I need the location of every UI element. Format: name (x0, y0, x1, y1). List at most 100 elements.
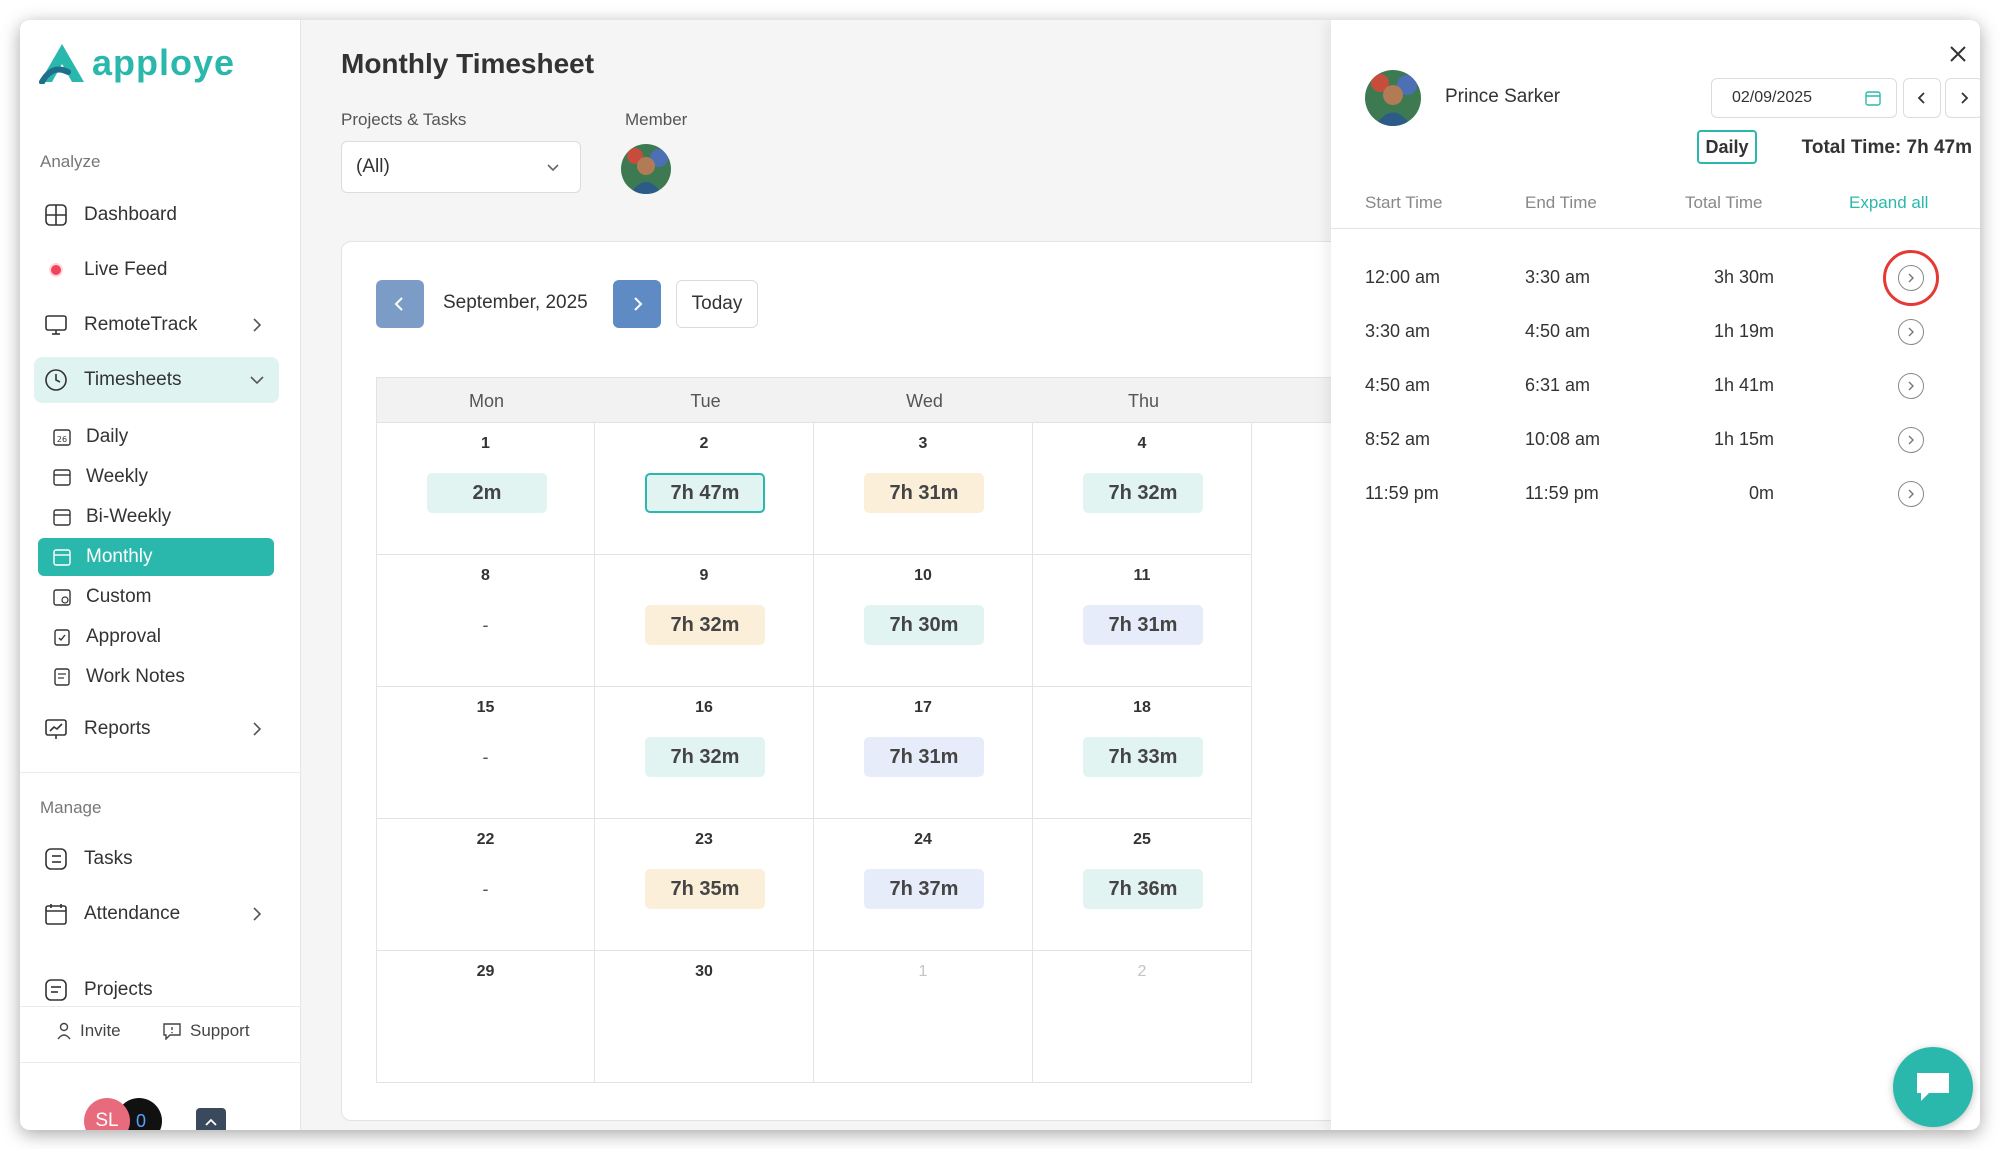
nav-live-feed[interactable]: Live Feed (34, 247, 279, 293)
day-total-pill[interactable]: 7h 47m (645, 473, 765, 513)
sub-work-notes[interactable]: Work Notes (38, 658, 274, 696)
calendar-card: September, 2025 Today Mon Tue Wed Thu 1 2… (341, 241, 1376, 1121)
expand-up-button[interactable] (196, 1108, 226, 1130)
support-chat-icon (163, 1023, 181, 1040)
chart-icon (44, 717, 68, 741)
sub-monthly[interactable]: Monthly (38, 538, 274, 576)
nav-label: Tasks (84, 848, 133, 869)
day-number: 1 (481, 435, 490, 452)
calendar-day-cell[interactable]: 9 7h 32m (595, 555, 814, 687)
nav-remotetrack[interactable]: RemoteTrack (34, 302, 279, 348)
daily-mode-badge[interactable]: Daily (1697, 130, 1757, 164)
sidebar: apploye Analyze Dashboard Live Feed Remo… (20, 20, 301, 1130)
nav-label: Timesheets (84, 369, 182, 390)
entry-total-time: 1h 41m (1713, 375, 1774, 395)
brand-logo[interactable]: apploye (38, 42, 235, 84)
expand-entry-button[interactable] (1898, 319, 1924, 345)
main-content: Monthly Timesheet Projects & Tasks Membe… (301, 20, 1376, 1130)
expand-entry-button[interactable] (1898, 427, 1924, 453)
calendar-day-cell[interactable]: 30 (595, 951, 814, 1083)
sub-custom[interactable]: Custom (38, 578, 274, 616)
calendar-day-cell[interactable]: 22 - (376, 819, 595, 951)
sub-weekly[interactable]: Weekly (38, 458, 274, 496)
day-total-pill[interactable]: 7h 31m (864, 473, 984, 513)
close-icon[interactable] (1946, 42, 1970, 66)
nav-attendance[interactable]: Attendance (34, 891, 279, 937)
nav-dashboard[interactable]: Dashboard (34, 192, 279, 238)
support-link[interactable]: Support (162, 1021, 250, 1041)
nav-reports[interactable]: Reports (34, 706, 279, 752)
header-end-time: End Time (1525, 193, 1597, 212)
expand-entry-button[interactable] (1898, 481, 1924, 507)
day-number: 3 (918, 435, 928, 452)
today-button[interactable]: Today (676, 280, 758, 328)
day-total-pill[interactable]: 7h 32m (1083, 473, 1203, 513)
initials-text: SL (95, 1110, 119, 1130)
day-total-pill[interactable]: 7h 32m (645, 737, 765, 777)
calendar-day-cell[interactable]: 1 (814, 951, 1033, 1083)
weekday-thu: Thu (1127, 390, 1160, 411)
expand-all-link[interactable]: Expand all (1849, 193, 1928, 213)
sub-label: Daily (86, 426, 129, 447)
date-picker[interactable]: 02/09/2025 (1711, 78, 1897, 118)
expand-entry-button[interactable] (1898, 373, 1924, 399)
projects-select[interactable]: (All) (341, 141, 581, 193)
day-total-pill[interactable]: 7h 31m (1083, 605, 1203, 645)
support-label: Support (190, 1021, 250, 1040)
projects-icon (44, 978, 68, 1002)
next-month-button[interactable] (613, 280, 661, 328)
calendar-day-cell[interactable]: 2 (1033, 951, 1252, 1083)
calendar-day-cell[interactable]: 29 (376, 951, 595, 1083)
chat-button[interactable] (1893, 1047, 1973, 1127)
chevron-up-icon (205, 1118, 217, 1126)
calendar-day-cell[interactable]: 25 7h 36m (1033, 819, 1252, 951)
calendar-day-cell[interactable]: 15 - (376, 687, 595, 819)
sub-bi-weekly[interactable]: Bi-Weekly (38, 498, 274, 536)
entry-total-time: 0m (1748, 483, 1774, 503)
nav-timesheets[interactable]: Timesheets (34, 357, 279, 403)
day-total-pill[interactable]: 7h 31m (864, 737, 984, 777)
calendar-day-cell[interactable]: 1 2m (376, 423, 595, 555)
prev-month-button[interactable] (376, 280, 424, 328)
calendar-day-cell[interactable]: 23 7h 35m (595, 819, 814, 951)
calendar-day-cell[interactable]: 10 7h 30m (814, 555, 1033, 687)
chevron-right-icon (1908, 435, 1914, 445)
calendar-day-cell[interactable]: 8- (376, 555, 595, 687)
total-time: Total Time: 7h 47m (1801, 137, 1972, 158)
sub-label: Bi-Weekly (86, 506, 172, 527)
prev-day-button[interactable] (1903, 78, 1941, 118)
day-total-pill[interactable]: 7h 36m (1083, 869, 1203, 909)
weekday-wed: Wed (906, 390, 943, 411)
day-number: 23 (695, 831, 713, 848)
nav-tasks[interactable]: Tasks (34, 836, 279, 882)
calendar-day-cell[interactable]: 17 7h 31m (814, 687, 1033, 819)
calendar-day-cell[interactable]: 18 7h 33m (1033, 687, 1252, 819)
calendar-day-cell[interactable]: 16 7h 32m (595, 687, 814, 819)
day-total-pill[interactable]: 7h 37m (864, 869, 984, 909)
day-total-pill[interactable]: 7h 33m (1083, 737, 1203, 777)
day-total-pill[interactable]: 7h 30m (864, 605, 984, 645)
sub-daily[interactable]: 26 Daily (38, 418, 274, 456)
calendar-day-cell[interactable]: 24 7h 37m (814, 819, 1033, 951)
projects-label: Projects & Tasks (341, 110, 467, 129)
day-number: 17 (914, 699, 932, 716)
calendar-day-icon: 26 (52, 427, 72, 447)
day-total-pill[interactable]: 2m (427, 473, 547, 513)
day-total-pill[interactable]: 7h 35m (645, 869, 765, 909)
day-total-pill[interactable]: 7h 32m (645, 605, 765, 645)
day-number: 16 (695, 699, 713, 716)
calendar-custom-icon (52, 587, 72, 607)
tasks-icon (44, 847, 68, 871)
calendar-day-cell[interactable]: 11 7h 31m (1033, 555, 1252, 687)
member-avatar[interactable] (621, 144, 671, 194)
clock-icon (44, 368, 68, 392)
invite-link[interactable]: Invite (56, 1021, 121, 1041)
calendar-day-cell[interactable]: 3 7h 31m (814, 423, 1033, 555)
calendar-day-cell[interactable]: 2 7h 47m (595, 423, 814, 555)
next-day-button[interactable] (1945, 78, 1980, 118)
chevron-right-icon (253, 722, 262, 736)
chevron-down-icon (250, 376, 264, 385)
calendar-day-cell[interactable]: 4 7h 32m (1033, 423, 1252, 555)
sub-approval[interactable]: Approval (38, 618, 274, 656)
day-number: 10 (914, 567, 932, 584)
